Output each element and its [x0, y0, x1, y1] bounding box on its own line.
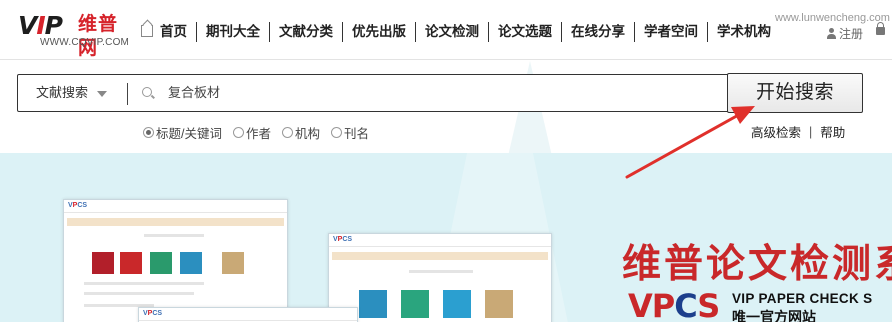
radio-dot [282, 127, 293, 138]
user-icon [827, 28, 837, 39]
radio-label: 刊名 [344, 127, 370, 141]
top-nav: VIP 维普网 WWW.CQVIP.COM 首页 期刊大全 文献分类 优先出版 … [0, 0, 892, 60]
search-icon [142, 87, 152, 97]
menu-item-scholar-space[interactable]: 学者空间 [634, 22, 707, 42]
radio-label: 作者 [245, 127, 271, 141]
lock-icon[interactable] [876, 22, 885, 35]
search-field-options: 标题/关键词 作者 机构 刊名 [143, 123, 380, 142]
advanced-search-link[interactable]: 高级检索 [751, 122, 801, 141]
menu-item-institutions[interactable]: 学术机构 [707, 22, 780, 42]
radio-author[interactable]: 作者 [232, 123, 271, 142]
logo-url: WWW.CQVIP.COM [40, 37, 130, 48]
main-menu: 首页 期刊大全 文献分类 优先出版 论文检测 论文选题 在线分享 学者空间 学术… [160, 22, 780, 42]
menu-item-paper-check[interactable]: 论文检测 [415, 22, 488, 42]
help-link[interactable]: 帮助 [820, 122, 845, 141]
radio-journal[interactable]: 刊名 [331, 123, 369, 142]
divider [127, 83, 128, 105]
banner-subtitle-en: VIP PAPER CHECK S [732, 291, 873, 306]
search-input[interactable]: 复合板材 [168, 75, 220, 111]
search-scope-select[interactable]: 文献搜索 [36, 75, 88, 111]
menu-item-priority-publishing[interactable]: 优先出版 [342, 22, 415, 42]
search-area: 文献搜索 复合板材 开始搜索 标题/关键词 作者 机构 刊名 高级检索 | 帮助 [0, 61, 892, 153]
menu-item-online-sharing[interactable]: 在线分享 [561, 22, 634, 42]
start-search-button[interactable]: 开始搜索 [727, 73, 863, 113]
preview-screenshot: VPCS [328, 233, 552, 322]
search-links: 高级检索 | 帮助 [751, 122, 845, 141]
register-label: 注册 [839, 27, 864, 41]
preview-screenshot: VPCS [138, 307, 358, 322]
radio-institution[interactable]: 机构 [282, 123, 320, 142]
vpcs-logo: VPCS [628, 287, 720, 322]
logo-mark: VIP [18, 11, 63, 40]
radio-label: 标题/关键词 [156, 127, 222, 141]
radio-label: 机构 [295, 127, 321, 141]
register-link[interactable]: 注册 [827, 25, 863, 42]
menu-item-categories[interactable]: 文献分类 [269, 22, 342, 42]
menu-item-home[interactable]: 首页 [160, 22, 196, 42]
radio-title-keyword[interactable]: 标题/关键词 [143, 123, 222, 142]
radio-dot [232, 127, 244, 138]
banner-title: 维普论文检测系 [622, 242, 892, 287]
site-logo[interactable]: VIP 维普网 WWW.CQVIP.COM [18, 11, 136, 59]
menu-item-topic-selection[interactable]: 论文选题 [488, 22, 561, 42]
radio-dot [331, 127, 343, 138]
chevron-down-icon[interactable] [97, 91, 107, 97]
banner-subtitle-cn: 唯一官方网站 [732, 309, 816, 322]
link-separator: | [809, 124, 813, 139]
menu-item-journals[interactable]: 期刊大全 [196, 22, 269, 42]
watermark-url: www.lunwencheng.com [775, 12, 890, 24]
promo-banner[interactable]: VPCS VPCS VPCS 维普论文检测系 VPCS VIP PAPER CH… [0, 153, 892, 322]
radio-dot [143, 127, 154, 138]
preview-screenshot: VPCS [63, 199, 288, 322]
home-icon[interactable] [141, 25, 153, 37]
